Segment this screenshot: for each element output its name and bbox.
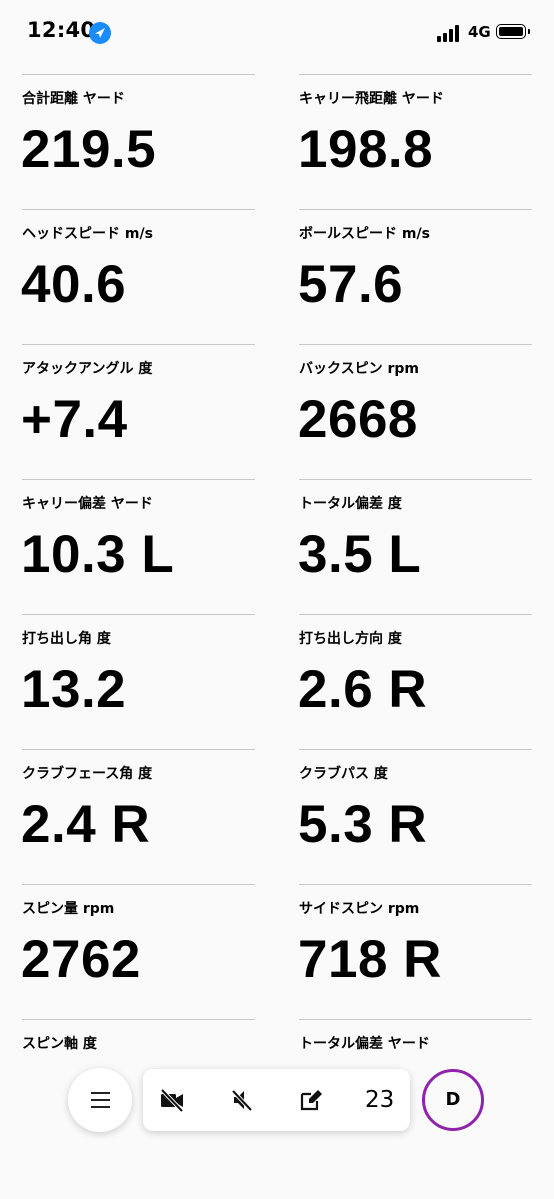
metric-value: 57.6 bbox=[298, 255, 404, 314]
metric-value: 3.5 L bbox=[298, 525, 422, 584]
metric-label: トータル偏差 度 bbox=[299, 496, 402, 512]
metric-value: 10.3 L bbox=[21, 525, 175, 584]
metric-label: クラブパス 度 bbox=[299, 766, 388, 782]
metric-value: 718 R bbox=[298, 930, 442, 989]
metric-label: アタックアングル 度 bbox=[22, 361, 153, 377]
metric-launch-angle: 打ち出し角 度 13.2 bbox=[21, 614, 255, 749]
metric-value: 13.2 bbox=[21, 660, 127, 719]
edit-note-icon[interactable] bbox=[297, 1086, 325, 1114]
metric-carry-deviation: キャリー偏差 ヤード 10.3 L bbox=[21, 479, 255, 614]
metric-label: キャリー飛距離 ヤード bbox=[299, 91, 444, 107]
shot-count: 23 bbox=[365, 1087, 395, 1113]
bottom-toolbar: 23 bbox=[143, 1069, 410, 1131]
metric-label: 打ち出し角 度 bbox=[22, 631, 111, 647]
metric-value: 219.5 bbox=[21, 120, 157, 179]
metric-value: +7.4 bbox=[21, 390, 128, 449]
metric-label: ヘッドスピード m/s bbox=[22, 226, 153, 242]
metric-label: スピン軸 度 bbox=[22, 1036, 97, 1052]
metric-label: トータル偏差 ヤード bbox=[299, 1036, 430, 1052]
metric-club-path: クラブパス 度 5.3 R bbox=[298, 749, 532, 884]
metric-total-deviation-angle: トータル偏差 度 3.5 L bbox=[298, 479, 532, 614]
status-bar: 12:40 4G bbox=[0, 0, 554, 66]
metric-value: 5.3 R bbox=[298, 795, 428, 854]
menu-button[interactable] bbox=[68, 1068, 132, 1132]
metric-total-deviation-yards: トータル偏差 ヤード bbox=[299, 1019, 532, 1069]
metric-value: 198.8 bbox=[298, 120, 434, 179]
metric-attack-angle: アタックアングル 度 +7.4 bbox=[21, 344, 255, 479]
metric-total-distance: 合計距離 ヤード 219.5 bbox=[21, 74, 255, 209]
network-type: 4G bbox=[468, 23, 491, 41]
location-arrow-icon bbox=[89, 22, 111, 44]
metric-value: 2668 bbox=[298, 390, 418, 449]
metric-club-face-angle: クラブフェース角 度 2.4 R bbox=[21, 749, 255, 884]
metric-spin-rate: スピン量 rpm 2762 bbox=[21, 884, 255, 1019]
metric-label: 合計距離 ヤード bbox=[22, 91, 125, 107]
metric-ball-speed: ボールスピード m/s 57.6 bbox=[298, 209, 532, 344]
metric-value: 2762 bbox=[21, 930, 141, 989]
video-off-icon[interactable] bbox=[158, 1086, 186, 1114]
hamburger-menu-icon bbox=[91, 1092, 110, 1108]
metric-label: スピン量 rpm bbox=[22, 901, 115, 917]
metric-backspin: バックスピン rpm 2668 bbox=[298, 344, 532, 479]
metric-spin-axis: スピン軸 度 bbox=[22, 1019, 255, 1069]
sound-off-icon[interactable] bbox=[228, 1086, 256, 1114]
metric-label: キャリー偏差 ヤード bbox=[22, 496, 153, 512]
metric-label: サイドスピン rpm bbox=[299, 901, 420, 917]
metric-label: クラブフェース角 度 bbox=[22, 766, 153, 782]
cellular-signal-icon bbox=[437, 24, 463, 42]
metric-value: 2.6 R bbox=[298, 660, 428, 719]
metric-label: バックスピン rpm bbox=[299, 361, 419, 377]
status-time: 12:40 bbox=[27, 18, 96, 42]
metric-launch-direction: 打ち出し方向 度 2.6 R bbox=[298, 614, 532, 749]
metric-value: 2.4 R bbox=[21, 795, 151, 854]
metric-label: 打ち出し方向 度 bbox=[299, 631, 402, 647]
metric-label: ボールスピード m/s bbox=[299, 226, 430, 242]
metric-carry-distance: キャリー飛距離 ヤード 198.8 bbox=[298, 74, 532, 209]
metric-side-spin: サイドスピン rpm 718 R bbox=[298, 884, 532, 1019]
metric-head-speed: ヘッドスピード m/s 40.6 bbox=[21, 209, 255, 344]
metric-value: 40.6 bbox=[21, 255, 127, 314]
battery-icon bbox=[496, 24, 530, 39]
profile-avatar-button[interactable]: D bbox=[422, 1069, 484, 1131]
